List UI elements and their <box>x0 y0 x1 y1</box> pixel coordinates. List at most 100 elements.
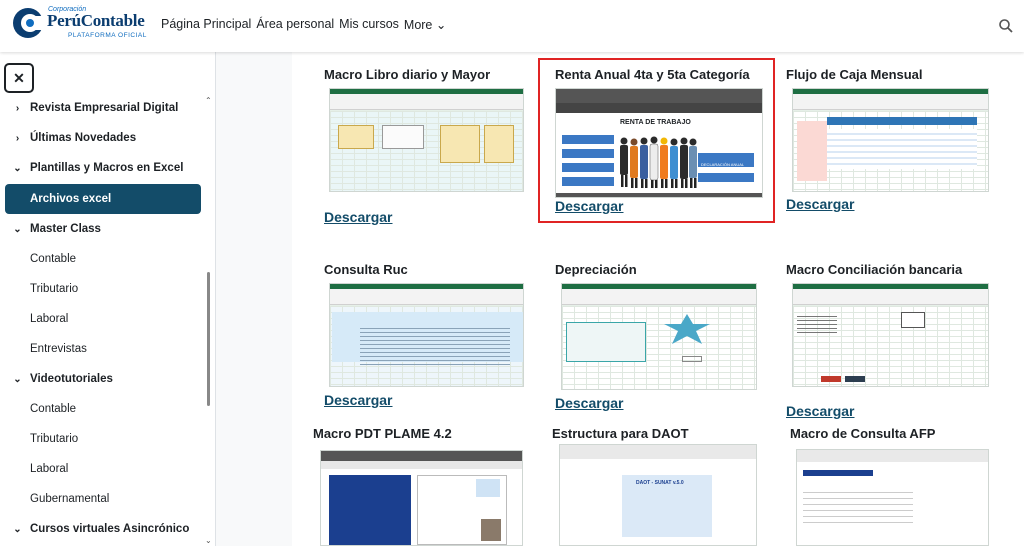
sidebar-item-label: Contable <box>30 253 77 265</box>
thumb-block <box>682 356 702 362</box>
thumb-block <box>803 470 873 476</box>
card-title: Macro de Consulta AFP <box>790 426 936 441</box>
sidebar-item-laboral[interactable]: Laboral <box>5 304 201 334</box>
sidebar-item-gubernamental[interactable]: Gubernamental <box>5 484 201 514</box>
logo-icon <box>13 8 44 38</box>
sidebar-item-videotutoriales[interactable]: ⌄ Videotutoriales <box>5 364 201 394</box>
card-thumbnail[interactable] <box>329 88 524 192</box>
sidebar-item-contable[interactable]: Contable <box>5 394 201 424</box>
sidebar-item-entrevistas[interactable]: Entrevistas <box>5 334 201 364</box>
sidebar-item-archivos-excel[interactable]: Archivos excel <box>5 184 201 214</box>
nav-item-mis-cursos[interactable]: Mis cursos <box>339 17 399 32</box>
nav-menu: Página Principal Área personal Mis curso… <box>161 17 446 32</box>
sidebar-item-tributario[interactable]: Tributario <box>5 424 201 454</box>
thumb-toolbar <box>330 289 523 305</box>
thumb-block <box>338 125 374 149</box>
thumb-block <box>566 322 646 362</box>
logo-tagline: PLATAFORMA OFICIAL <box>68 32 147 39</box>
thumb-button-label: RENTA DE 5TA <box>565 186 593 191</box>
close-icon: ✕ <box>13 69 25 86</box>
nav-item-more[interactable]: More ⌄ <box>404 17 446 32</box>
card-title: Macro Libro diario y Mayor <box>324 67 491 82</box>
card-thumbnail[interactable] <box>796 449 989 546</box>
sidebar-item-plantillas[interactable]: ⌄ Plantillas y Macros en Excel <box>5 153 201 183</box>
sidebar-item-master-class[interactable]: ⌄ Master Class <box>5 214 201 244</box>
thumb-button-label: DECLARACIÓN ANUAL <box>701 162 745 167</box>
thumb-button: NORMATIVA <box>562 135 614 149</box>
chevron-down-icon: ⌄ <box>13 373 22 385</box>
card-thumbnail[interactable] <box>320 450 523 546</box>
thumb-toolbar <box>562 289 756 305</box>
card-title: Flujo de Caja Mensual <box>786 67 923 82</box>
card-thumbnail[interactable] <box>792 283 989 387</box>
main-content: Macro Libro diario y Mayor Descargar Ren… <box>292 52 1024 546</box>
sidebar-item-contable[interactable]: Contable <box>5 244 201 274</box>
sidebar-item-label: Videotutoriales <box>30 373 113 385</box>
sidebar-scrollbar[interactable] <box>207 272 210 406</box>
card-thumbnail[interactable] <box>792 88 989 192</box>
thumb-star-graphic <box>664 314 710 344</box>
thumb-block <box>901 312 925 328</box>
thumb-toolbar <box>556 103 762 113</box>
thumb-block <box>827 129 977 169</box>
close-drawer-button[interactable]: ✕ <box>4 63 34 93</box>
sidebar-item-label: Laboral <box>30 313 69 325</box>
chevron-down-icon: ⌄ <box>13 523 22 535</box>
search-icon[interactable] <box>998 18 1014 34</box>
download-link[interactable]: Descargar <box>324 392 393 408</box>
thumb-block <box>481 519 501 541</box>
sidebar-item-tributario[interactable]: Tributario <box>5 274 201 304</box>
chevron-down-icon: ⌄ <box>13 223 22 235</box>
course-index-drawer: ✕ ⌃ › Revista Empresarial Digital › Últi… <box>0 52 216 546</box>
thumb-button: DECLARACIÓN ANUAL <box>698 153 754 167</box>
download-link[interactable]: Descargar <box>786 403 855 419</box>
thumb-sheet <box>562 306 756 389</box>
thumb-ribbon <box>797 450 988 462</box>
thumb-block <box>476 479 500 497</box>
thumb-button: IMPORTAR DB <box>562 149 614 163</box>
thumb-ribbon <box>560 445 756 459</box>
download-link[interactable]: Descargar <box>786 196 855 212</box>
card-thumbnail[interactable] <box>329 283 524 387</box>
sidebar-item-label: Archivos excel <box>30 193 112 205</box>
sidebar-item-label: Master Class <box>30 223 101 235</box>
chevron-right-icon: › <box>15 132 20 144</box>
card-title: Consulta Ruc <box>324 262 408 277</box>
thumb-block <box>821 376 841 382</box>
sidebar-item-label: Plantillas y Macros en Excel <box>30 162 184 174</box>
thumb-ribbon <box>556 89 762 103</box>
card-title: Estructura para DAOT <box>552 426 689 441</box>
thumb-toolbar <box>793 94 988 110</box>
thumb-heading: DAOT - SUNAT v.5.0 <box>636 480 684 486</box>
thumb-button: RENTA DE 5TA <box>562 177 614 191</box>
sidebar-item-ultimas-novedades[interactable]: › Últimas Novedades <box>5 123 201 153</box>
download-link[interactable]: Descargar <box>555 395 624 411</box>
thumb-button: RESUMEN <box>698 173 754 187</box>
download-link[interactable]: Descargar <box>555 198 624 214</box>
sidebar-item-revista[interactable]: › Revista Empresarial Digital <box>5 93 201 123</box>
card-thumbnail[interactable] <box>561 283 757 390</box>
thumb-block <box>845 376 865 382</box>
thumb-block <box>329 475 411 545</box>
card-thumbnail[interactable]: DAOT - SUNAT v.5.0 <box>559 444 757 546</box>
sidebar-item-laboral[interactable]: Laboral <box>5 454 201 484</box>
thumb-sheet <box>793 306 988 386</box>
nav-item-area-personal[interactable]: Área personal <box>256 17 334 32</box>
thumb-toolbar <box>330 94 523 110</box>
sidebar-item-label: Entrevistas <box>30 343 87 355</box>
thumb-sheet <box>330 111 523 191</box>
scroll-down-icon[interactable]: ⌄ <box>205 536 212 545</box>
logo[interactable]: Corporación PerúContable PLATAFORMA OFIC… <box>12 3 147 47</box>
sidebar-item-label: Tributario <box>30 433 79 445</box>
chevron-right-icon: › <box>15 102 20 114</box>
card-thumbnail[interactable]: RENTA DE TRABAJO NORMATIVA IMPORTAR DB R… <box>555 88 763 198</box>
thumb-block <box>797 121 827 181</box>
logo-name: PerúContable <box>47 11 145 30</box>
thumb-block <box>484 125 514 163</box>
nav-item-pagina-principal[interactable]: Página Principal <box>161 17 251 32</box>
sidebar-item-cursos-virtuales[interactable]: ⌄ Cursos virtuales Asincrónico <box>5 514 201 544</box>
card-title: Macro Conciliación bancaria <box>786 262 963 277</box>
scroll-up-icon[interactable]: ⌃ <box>205 96 212 105</box>
thumb-sheet <box>793 111 988 191</box>
download-link[interactable]: Descargar <box>324 209 393 225</box>
